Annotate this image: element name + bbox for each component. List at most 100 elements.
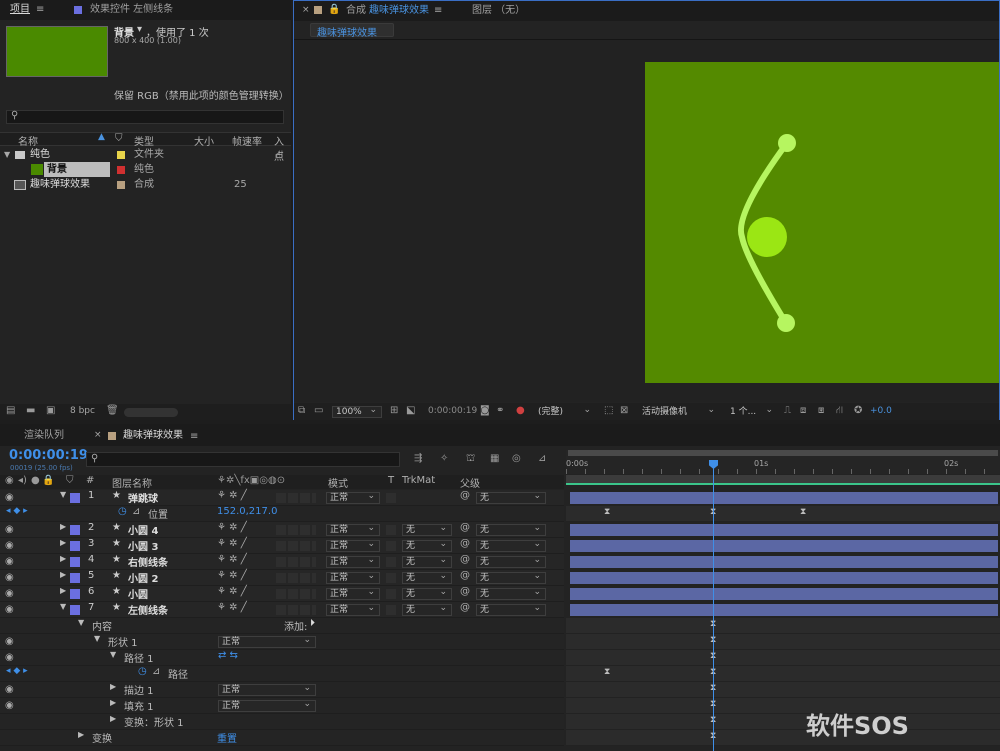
layer-name[interactable]: 弹跳球 bbox=[128, 490, 158, 505]
blend-mode-select[interactable]: 正常 bbox=[218, 635, 316, 648]
chevron-down-icon[interactable]: ▾ bbox=[137, 24, 142, 35]
search-input[interactable]: ⚲ bbox=[6, 110, 284, 124]
trkmat-select[interactable]: 无 bbox=[402, 587, 452, 600]
add-label[interactable]: 添加: bbox=[284, 618, 307, 633]
col-size[interactable]: 大小 bbox=[194, 133, 214, 148]
keyframe-nav-icon[interactable]: ◂ ◆ ▸ bbox=[6, 666, 28, 676]
pickwhip-icon[interactable]: @ bbox=[460, 586, 470, 597]
mode-select[interactable]: 正常 bbox=[326, 491, 380, 504]
trkmat-select[interactable]: 无 bbox=[402, 539, 452, 552]
mode-select[interactable]: 正常 bbox=[326, 523, 380, 536]
flowchart-icon[interactable]: ⛙ bbox=[836, 405, 843, 418]
timeline-icon[interactable]: ⧆ bbox=[818, 405, 824, 416]
track-matte-toggle[interactable] bbox=[386, 573, 396, 583]
layer-name[interactable]: 小圆 2 bbox=[128, 570, 158, 585]
layer-row[interactable]: ◉ ▼ 形状 1 正常 bbox=[0, 634, 564, 650]
sort-asc-icon[interactable]: ▲ bbox=[98, 132, 105, 142]
channels-icon[interactable]: ● bbox=[516, 405, 525, 416]
path-direction-icon[interactable]: ⇄ ⇆ bbox=[218, 650, 238, 661]
graph-icon[interactable]: ⊿ bbox=[152, 666, 160, 677]
switch-boxes[interactable] bbox=[276, 557, 316, 567]
eye-icon[interactable]: ◉ bbox=[5, 604, 14, 615]
layer-bar[interactable] bbox=[570, 492, 998, 504]
keyframe-icon[interactable]: ⧗ bbox=[604, 667, 610, 677]
comp-mini-flowchart-icon[interactable]: ⇶ bbox=[414, 453, 422, 464]
flowchart-icon[interactable]: ⛙ bbox=[276, 147, 283, 163]
layer-name[interactable]: 小圆 bbox=[128, 586, 148, 601]
expand-arrow-icon[interactable]: ▶ bbox=[60, 570, 66, 579]
track-matte-toggle[interactable] bbox=[386, 493, 396, 503]
chevron-down-icon[interactable]: ▼ bbox=[4, 147, 10, 163]
trkmat-select[interactable]: 无 bbox=[402, 571, 452, 584]
timeline-timecode[interactable]: 0:00:00:19 bbox=[9, 448, 88, 463]
list-item[interactable]: 趣味弹球效果 合成 25 bbox=[0, 177, 291, 193]
thumbnail-size-slider[interactable] bbox=[124, 408, 178, 417]
parent-select[interactable]: 无 bbox=[476, 539, 546, 552]
keyframe-icon[interactable]: ⧗ bbox=[800, 507, 806, 517]
mode-select[interactable]: 正常 bbox=[326, 571, 380, 584]
layer-bar[interactable] bbox=[570, 572, 998, 584]
layer-bar[interactable] bbox=[570, 540, 998, 552]
eye-icon[interactable]: ◉ bbox=[5, 636, 14, 647]
list-item[interactable]: ▼ 纯色 文件夹 ⛙ bbox=[0, 147, 291, 163]
trash-icon[interactable]: 🗑 bbox=[106, 405, 119, 416]
pickwhip-icon[interactable]: @ bbox=[460, 490, 470, 501]
lock-icon[interactable]: 🔒 bbox=[328, 4, 340, 15]
expand-arrow-icon[interactable]: ▶ bbox=[78, 730, 84, 739]
new-comp-icon[interactable]: ▣ bbox=[46, 405, 55, 416]
menu-icon[interactable]: ≡ bbox=[190, 431, 198, 442]
layer-row[interactable]: ◂ ◆ ▸ ◷ ⊿ 路径 bbox=[0, 666, 564, 682]
graph-icon[interactable]: ⊿ bbox=[132, 506, 140, 517]
keyframe-icon[interactable]: ⧗ bbox=[604, 507, 610, 517]
layer-row[interactable]: ▶ 变换：形状 1 bbox=[0, 714, 564, 730]
layer-row[interactable]: ◉ ▼ 7 ★ 左侧线条 ⚘ ✲ ╱ 正常 无 @ 无 bbox=[0, 602, 564, 618]
eye-icon[interactable]: ◉ bbox=[5, 556, 14, 567]
current-time-indicator[interactable] bbox=[713, 462, 714, 751]
eye-icon[interactable]: ◉ bbox=[5, 492, 14, 503]
keyframe-nav-icon[interactable]: ◂ ◆ ▸ bbox=[6, 506, 28, 516]
layer-switches[interactable]: ⚘ ✲ ╱ bbox=[217, 490, 247, 501]
layer-row[interactable]: ◉ ▶ 6 ★ 小圆 ⚘ ✲ ╱ 正常 无 @ 无 bbox=[0, 586, 564, 602]
expand-arrow-icon[interactable]: ▼ bbox=[110, 650, 116, 659]
layer-switches[interactable]: ⚘ ✲ ╱ bbox=[217, 538, 247, 549]
layer-label-swatch[interactable] bbox=[70, 589, 80, 599]
trkmat-select[interactable]: 无 bbox=[402, 555, 452, 568]
pickwhip-icon[interactable]: @ bbox=[460, 522, 470, 533]
new-folder-icon[interactable]: ▬ bbox=[26, 405, 35, 416]
layer-label-swatch[interactable] bbox=[70, 525, 80, 535]
zoom-select[interactable]: 100% bbox=[332, 405, 382, 418]
stopwatch-icon[interactable]: ◷ bbox=[118, 506, 127, 517]
layer-label-swatch[interactable] bbox=[70, 605, 80, 615]
exposure-value[interactable]: +0.0 bbox=[870, 406, 892, 416]
work-area-bar[interactable] bbox=[568, 450, 998, 456]
layer-row[interactable]: ◉ ▶ 描边 1 正常 bbox=[0, 682, 564, 698]
track-matte-toggle[interactable] bbox=[386, 605, 396, 615]
col-layer-name[interactable]: 图层名称 bbox=[112, 475, 152, 490]
tab-project[interactable]: 项目 bbox=[10, 0, 30, 20]
track-matte-toggle[interactable] bbox=[386, 557, 396, 567]
col-name[interactable]: 名称 bbox=[18, 133, 38, 148]
motion-blur-icon[interactable]: ◎ bbox=[512, 453, 521, 464]
layer-bar[interactable] bbox=[570, 556, 998, 568]
layer-name[interactable]: 小圆 3 bbox=[128, 538, 158, 553]
property-value[interactable]: 重置 bbox=[217, 730, 237, 745]
expand-arrow-icon[interactable]: ▼ bbox=[60, 490, 66, 499]
layer-row[interactable]: ◉ ▼ 路径 1 ⇄ ⇆ bbox=[0, 650, 564, 666]
layer-label-swatch[interactable] bbox=[70, 493, 80, 503]
menu-icon[interactable]: ≡ bbox=[434, 5, 442, 16]
parent-select[interactable]: 无 bbox=[476, 587, 546, 600]
views-select[interactable]: 1 个... bbox=[726, 405, 778, 418]
switch-boxes[interactable] bbox=[276, 605, 316, 615]
layer-bar[interactable] bbox=[570, 524, 998, 536]
tab-timeline-comp[interactable]: 趣味弹球效果 bbox=[123, 426, 183, 446]
switch-boxes[interactable] bbox=[276, 493, 316, 503]
tab-effect-controls[interactable]: 效果控件 左侧线条 bbox=[90, 0, 173, 20]
layer-row[interactable]: ▼ 内容 添加: ⏵ bbox=[0, 618, 564, 634]
parent-select[interactable]: 无 bbox=[476, 555, 546, 568]
roi-icon[interactable]: ⬚ bbox=[604, 405, 613, 416]
track-matte-toggle[interactable] bbox=[386, 589, 396, 599]
comp-flowchart-tab[interactable]: 趣味弹球效果 bbox=[310, 23, 394, 39]
layer-switches[interactable]: ⚘ ✲ ╱ bbox=[217, 602, 247, 613]
blend-mode-select[interactable]: 正常 bbox=[218, 683, 316, 696]
layer-switches[interactable]: ⚘ ✲ ╱ bbox=[217, 554, 247, 565]
